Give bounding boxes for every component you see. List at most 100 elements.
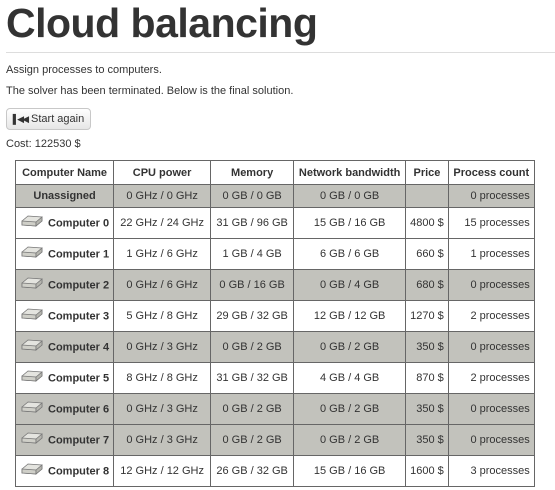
computer-name-cell: Computer 3 <box>14 300 115 332</box>
table-header-row: Computer Name CPU power Memory Network b… <box>14 160 535 185</box>
computer-icon <box>20 339 44 356</box>
computer-name-label: Computer 5 <box>48 371 110 384</box>
table-row: Computer 40 GHz / 3 GHz 0 GB / 2 GB 0 GB /… <box>14 331 535 363</box>
process-count-cell: 2 processes <box>447 362 535 394</box>
page-subtitle: Assign processes to computers. <box>6 64 162 76</box>
computer-name-label: Computer 4 <box>48 340 110 353</box>
price-cell: 870 $ <box>405 362 449 394</box>
memory-cell: 0 GB / 16 GB <box>210 269 295 301</box>
computer-name-cell: Computer 2 <box>14 269 115 301</box>
network-cell: 0 GB / 2 GB <box>293 331 407 363</box>
network-cell: 15 GB / 16 GB <box>293 207 407 239</box>
computer-name-cell: Computer 0 <box>14 207 115 239</box>
memory-cell: 0 GB / 2 GB <box>210 393 295 425</box>
price-cell: 1270 $ <box>405 300 449 332</box>
cpu-cell: 0 GHz / 3 GHz <box>113 393 212 425</box>
header-memory: Memory <box>210 160 295 185</box>
cpu-cell: 1 GHz / 6 GHz <box>113 238 212 270</box>
cpu-cell: 22 GHz / 24 GHz <box>113 207 212 239</box>
cpu-cell: 0 GHz / 6 GHz <box>113 269 212 301</box>
memory-cell: 0 GB / 2 GB <box>210 424 295 456</box>
price-cell: 4800 $ <box>405 207 449 239</box>
computer-icon <box>20 215 44 232</box>
computer-icon <box>20 463 44 480</box>
computer-icon <box>20 246 44 263</box>
cpu-cell: 5 GHz / 8 GHz <box>113 300 212 332</box>
process-count-cell: 0 processes <box>447 393 535 425</box>
process-count-cell: 0 processes <box>447 331 535 363</box>
table-row: Computer 70 GHz / 3 GHz 0 GB / 2 GB 0 GB /… <box>14 424 535 456</box>
skip-back-icon: ▌◀◀ <box>12 113 29 124</box>
computer-name-label: Computer 8 <box>48 464 110 477</box>
page-title: Cloud balancing <box>6 0 318 46</box>
table-row: Computer 20 GHz / 6 GHz 0 GB / 16 GB 0 GB … <box>14 269 535 301</box>
cpu-cell: 0 GHz / 3 GHz <box>113 331 212 363</box>
price-cell: 1600 $ <box>405 455 449 487</box>
title-divider <box>6 52 555 53</box>
process-count-cell: 0 processes <box>447 184 535 208</box>
table-row: Unassigned 0 GHz / 0 GHz 0 GB / 0 GB 0 GB /… <box>14 184 535 208</box>
computer-name-cell: Unassigned <box>14 184 115 208</box>
start-again-button[interactable]: ▌◀◀ Start again <box>6 108 91 130</box>
memory-cell: 31 GB / 96 GB <box>210 207 295 239</box>
price-cell: 350 $ <box>405 424 449 456</box>
computer-name-label: Computer 1 <box>48 247 110 260</box>
computer-name-label: Computer 3 <box>48 309 110 322</box>
computer-icon <box>20 308 44 325</box>
table-row: Computer 8 12 GHz / 12 GHz 26 GB / 32 GB 15… <box>14 455 535 487</box>
start-again-label: Start again <box>31 113 85 125</box>
price-cell: 350 $ <box>405 393 449 425</box>
computer-name-cell: Computer 6 <box>14 393 115 425</box>
computer-icon <box>20 432 44 449</box>
header-cpu-power: CPU power <box>113 160 212 185</box>
process-count-cell: 0 processes <box>447 269 535 301</box>
header-network-bandwidth: Network bandwidth <box>293 160 407 185</box>
computer-name-label: Computer 6 <box>48 402 110 415</box>
memory-cell: 1 GB / 4 GB <box>210 238 295 270</box>
process-count-cell: 1 processes <box>447 238 535 270</box>
process-count-cell: 3 processes <box>447 455 535 487</box>
network-cell: 0 GB / 4 GB <box>293 269 407 301</box>
header-process-count: Process count <box>447 160 535 185</box>
memory-cell: 31 GB / 32 GB <box>210 362 295 394</box>
computer-name-label: Unassigned <box>33 190 96 202</box>
cpu-cell: 0 GHz / 0 GHz <box>113 184 212 208</box>
price-cell: 350 $ <box>405 331 449 363</box>
price-cell: 660 $ <box>405 238 449 270</box>
memory-cell: 29 GB / 32 GB <box>210 300 295 332</box>
table-row: Computer 60 GHz / 3 GHz 0 GB / 2 GB 0 GB /… <box>14 393 535 425</box>
network-cell: 4 GB / 4 GB <box>293 362 407 394</box>
cost-label: Cost: 122530 $ <box>6 138 81 150</box>
network-cell: 0 GB / 2 GB <box>293 393 407 425</box>
header-computer-name: Computer Name <box>14 160 115 185</box>
memory-cell: 0 GB / 0 GB <box>210 184 295 208</box>
table-row: Computer 35 GHz / 8 GHz 29 GB / 32 GB 12 G… <box>14 300 535 332</box>
price-cell <box>405 184 449 208</box>
computer-name-label: Computer 0 <box>48 216 110 229</box>
table-row: Computer 0 22 GHz / 24 GHz 31 GB / 96 GB 15… <box>14 207 535 239</box>
solver-status: The solver has been terminated. Below is… <box>6 85 294 97</box>
process-count-cell: 2 processes <box>447 300 535 332</box>
process-count-cell: 15 processes <box>447 207 535 239</box>
cpu-cell: 0 GHz / 3 GHz <box>113 424 212 456</box>
table-row: Computer 11 GHz / 6 GHz 1 GB / 4 GB 6 GB /… <box>14 238 535 270</box>
computer-icon <box>20 277 44 294</box>
network-cell: 0 GB / 2 GB <box>293 424 407 456</box>
network-cell: 12 GB / 12 GB <box>293 300 407 332</box>
table-body: Unassigned 0 GHz / 0 GHz 0 GB / 0 GB 0 GB /… <box>14 184 535 487</box>
memory-cell: 0 GB / 2 GB <box>210 331 295 363</box>
network-cell: 0 GB / 0 GB <box>293 184 407 208</box>
memory-cell: 26 GB / 32 GB <box>210 455 295 487</box>
cpu-cell: 8 GHz / 8 GHz <box>113 362 212 394</box>
computer-name-cell: Computer 4 <box>14 331 115 363</box>
computer-name-cell: Computer 7 <box>14 424 115 456</box>
computer-name-label: Computer 7 <box>48 433 110 446</box>
computer-name-cell: Computer 5 <box>14 362 115 394</box>
computer-name-label: Computer 2 <box>48 278 110 291</box>
table-row: Computer 58 GHz / 8 GHz 31 GB / 32 GB 4 GB… <box>14 362 535 394</box>
computer-icon <box>20 370 44 387</box>
computer-table: Computer Name CPU power Memory Network b… <box>14 160 535 487</box>
computer-name-cell: Computer 1 <box>14 238 115 270</box>
network-cell: 6 GB / 6 GB <box>293 238 407 270</box>
price-cell: 680 $ <box>405 269 449 301</box>
